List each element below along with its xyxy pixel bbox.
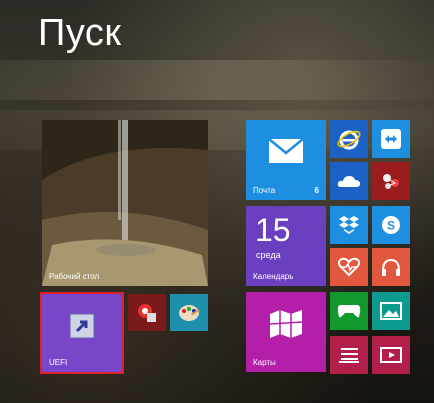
tile-photos[interactable] [372, 292, 410, 330]
tile-calendar-label: Календарь [253, 272, 294, 281]
tile-desktop[interactable]: Рабочий стол [42, 120, 208, 286]
page-title: Пуск [38, 12, 122, 54]
tile-reading-list[interactable] [330, 336, 368, 374]
onedrive-cloud-icon [330, 162, 368, 200]
skype-icon: S [372, 206, 410, 244]
uefi-shortcut-icon [42, 294, 122, 358]
paint-palette-icon [170, 294, 208, 331]
tile-desktop-label: Рабочий стол [49, 272, 100, 281]
svg-text:S: S [387, 219, 395, 233]
tile-internet-explorer[interactable] [330, 120, 368, 158]
app-tools-icon [128, 294, 166, 331]
tile-app-paint[interactable] [170, 294, 208, 331]
gamepad-icon [330, 292, 368, 330]
calendar-day: 15 [255, 212, 291, 248]
tile-dropbox[interactable] [330, 206, 368, 244]
tile-health[interactable] [330, 248, 368, 286]
mail-icon [246, 120, 326, 182]
tile-mail-label: Почта [253, 186, 276, 195]
photos-icon [372, 292, 410, 330]
tile-calendar[interactable]: 15 среда Календарь [246, 206, 326, 286]
tile-maps[interactable]: Карты [246, 292, 326, 372]
heart-pulse-icon [330, 248, 368, 286]
map-icon [246, 292, 326, 356]
video-player-icon [372, 336, 410, 374]
tile-maps-label: Карты [253, 358, 276, 367]
reading-list-icon [330, 336, 368, 374]
app-flowers-icon [372, 162, 410, 200]
tile-onedrive[interactable] [330, 162, 368, 200]
internet-explorer-icon [330, 120, 368, 158]
mail-count-badge: 6 [314, 186, 319, 195]
tile-video[interactable] [372, 336, 410, 374]
tile-app-flowers[interactable] [372, 162, 410, 200]
tile-teamviewer[interactable] [372, 120, 410, 158]
tile-mail[interactable]: Почта 6 [246, 120, 326, 200]
tile-uefi[interactable]: UEFI [40, 292, 124, 374]
headphones-icon [372, 248, 410, 286]
tile-music[interactable] [372, 248, 410, 286]
desktop-wallpaper-image [42, 120, 208, 286]
tile-skype[interactable]: S [372, 206, 410, 244]
tile-games[interactable] [330, 292, 368, 330]
dropbox-icon [330, 206, 368, 244]
tile-app-red[interactable] [128, 294, 166, 331]
teamviewer-icon [372, 120, 410, 158]
tile-uefi-label: UEFI [49, 358, 68, 367]
calendar-weekday: среда [256, 250, 281, 260]
